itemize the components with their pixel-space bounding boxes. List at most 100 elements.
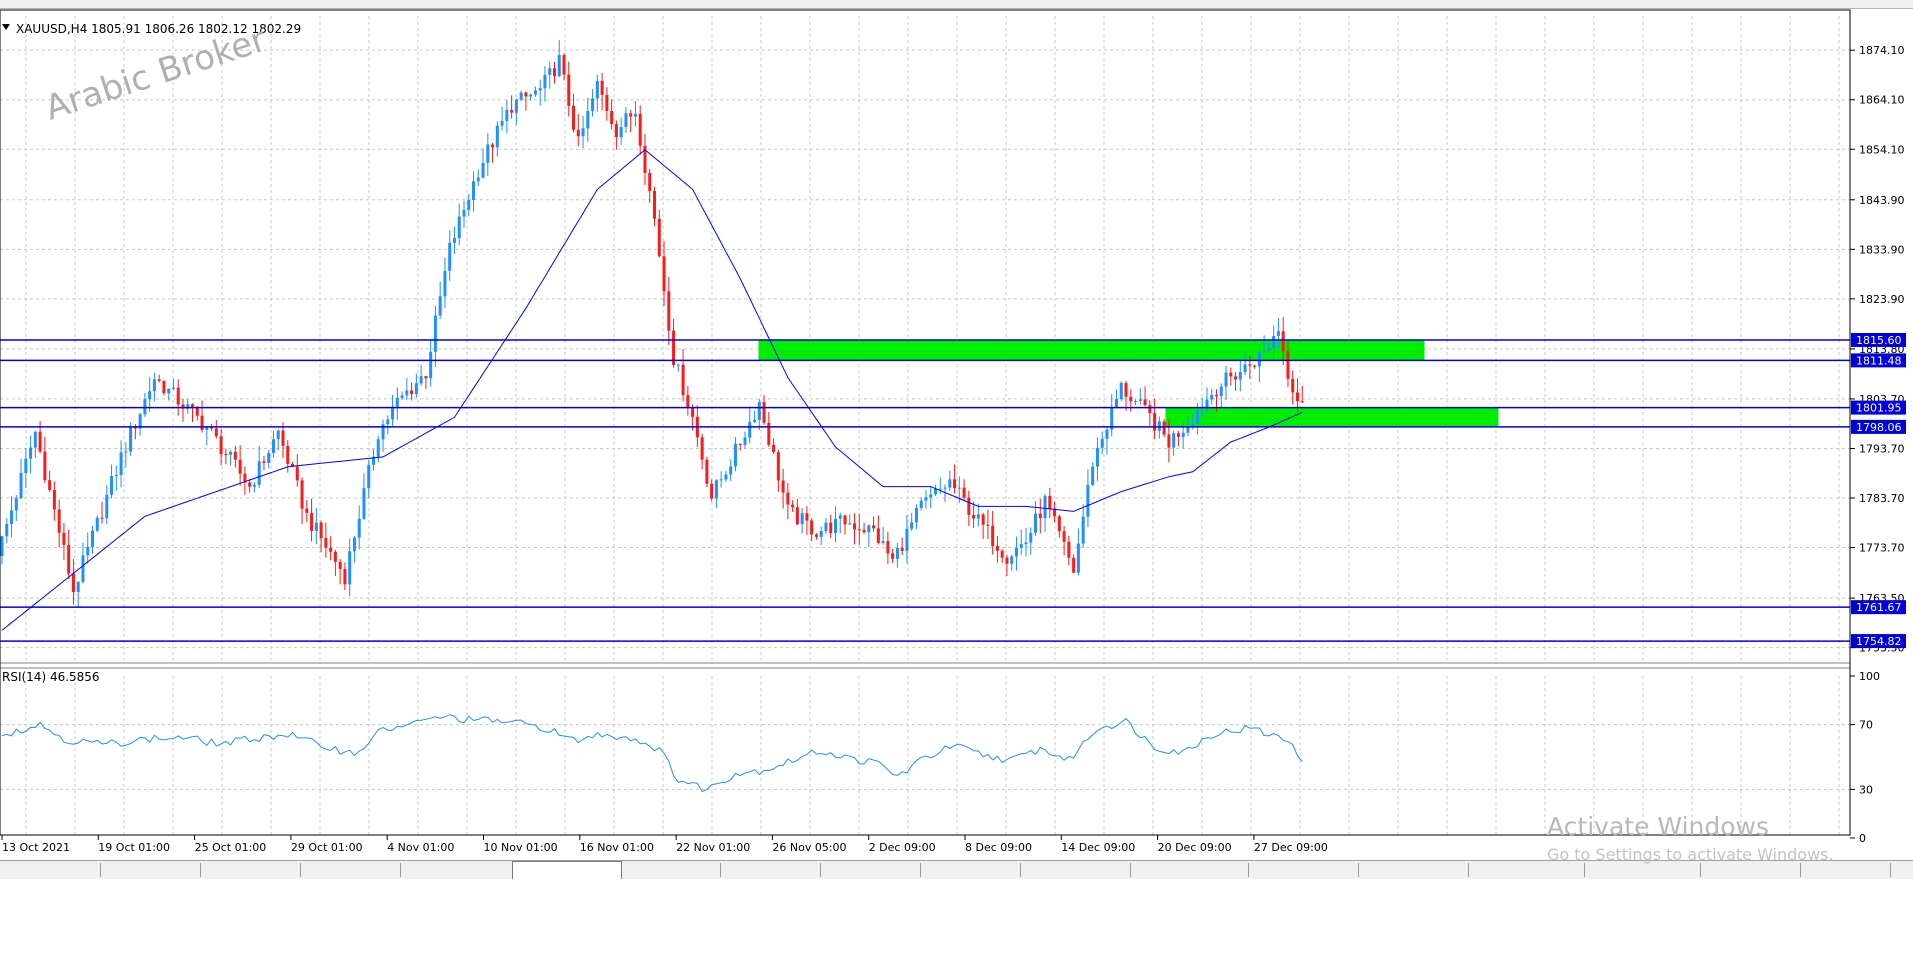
price-tick-label: 1854.10 [1859,143,1905,156]
tab-other[interactable] [1584,863,1701,877]
price-tick-label: 1843.90 [1859,194,1905,207]
tab-other[interactable] [720,863,821,877]
supply-demand-zone[interactable] [758,339,1425,361]
candle [581,115,585,149]
candle [1043,494,1047,532]
tab-other[interactable] [1468,863,1585,877]
candle [743,431,747,449]
candle [629,109,633,133]
candle-body [705,459,709,484]
tab-other[interactable] [620,863,721,877]
candle-body [648,172,652,192]
candle [57,499,61,548]
candle-body [586,111,590,129]
candle-body [33,431,37,448]
candle-body [638,113,642,146]
tab-other[interactable] [400,863,513,877]
candle-body [343,568,347,585]
rsi-tick-label: 70 [1859,719,1873,732]
candle [271,430,275,458]
candle [472,171,476,212]
candle [1005,554,1009,576]
candle-body [552,68,556,77]
candle-body [1267,348,1271,352]
candle-body [452,238,456,243]
candle [338,559,342,585]
candle [733,437,737,472]
candle-body [1067,541,1071,558]
candle-body [100,517,104,519]
candles-layer [0,40,1304,607]
candle [653,186,656,227]
candle-body [814,534,818,537]
tab-other[interactable] [1130,863,1249,877]
candle [891,548,895,563]
candle [1014,536,1018,571]
candle-body [981,514,985,525]
candle [38,421,42,454]
candle [552,61,556,84]
tab-other[interactable] [1800,863,1891,877]
candle [33,430,37,458]
candle [224,448,228,465]
candle [767,411,771,447]
candle-body [1229,372,1233,377]
candle [619,117,623,145]
candle [467,193,471,217]
pane-separator[interactable] [0,663,1850,668]
horizontal-lines-layer[interactable] [0,339,1850,642]
tab-other[interactable] [100,863,201,877]
candle [1148,400,1152,426]
tab-other[interactable] [1700,863,1801,877]
tab-xauusd-h4[interactable] [512,861,622,879]
candle [110,464,114,499]
tab-other[interactable] [1020,863,1131,877]
candle [548,61,552,89]
candle-body [972,514,976,519]
rsi-tick-label: 30 [1859,783,1873,796]
candle [0,535,4,565]
candle-body [881,541,885,544]
candle [105,485,109,525]
candle [1029,527,1033,555]
chart-area[interactable]: 1874.10 1864.10 1854.10 1843.90 1833.90 1823.… [0,8,1913,860]
candle-body [753,419,757,422]
candle-body [10,510,14,524]
candle [1091,462,1095,487]
candle-body [1272,335,1276,349]
tab-other[interactable] [300,863,401,877]
collapse-arrow-icon[interactable] [2,24,10,30]
candle-body [1286,351,1290,379]
tab-other[interactable] [1248,863,1359,877]
candle-body [667,291,671,331]
candle-body [52,489,56,510]
candle [1238,360,1242,392]
candle-body [781,480,785,493]
candle-body [200,415,204,430]
candle [219,428,223,466]
time-tick-label: 10 Nov 01:00 [484,841,558,854]
candle [200,400,204,433]
candle [157,374,161,383]
candle [900,537,904,556]
candle [186,398,190,414]
tab-other[interactable] [920,863,1021,877]
candle [853,513,857,545]
candle-body [19,472,23,498]
time-tick-label: 14 Dec 09:00 [1061,841,1135,854]
candle [62,523,66,560]
candle-body [167,388,171,394]
candle-body [1134,400,1138,402]
candle-body [1081,516,1085,544]
tab-other[interactable] [0,863,101,877]
tab-other[interactable] [820,863,921,877]
candle-body [486,144,490,163]
candle-body [662,256,666,292]
tab-other[interactable] [200,863,301,877]
candle [1114,389,1118,407]
candle-body [1148,405,1152,414]
supply-demand-zone[interactable] [1165,407,1499,427]
tab-other[interactable] [1358,863,1469,877]
candle [410,382,414,401]
candle [205,426,209,446]
